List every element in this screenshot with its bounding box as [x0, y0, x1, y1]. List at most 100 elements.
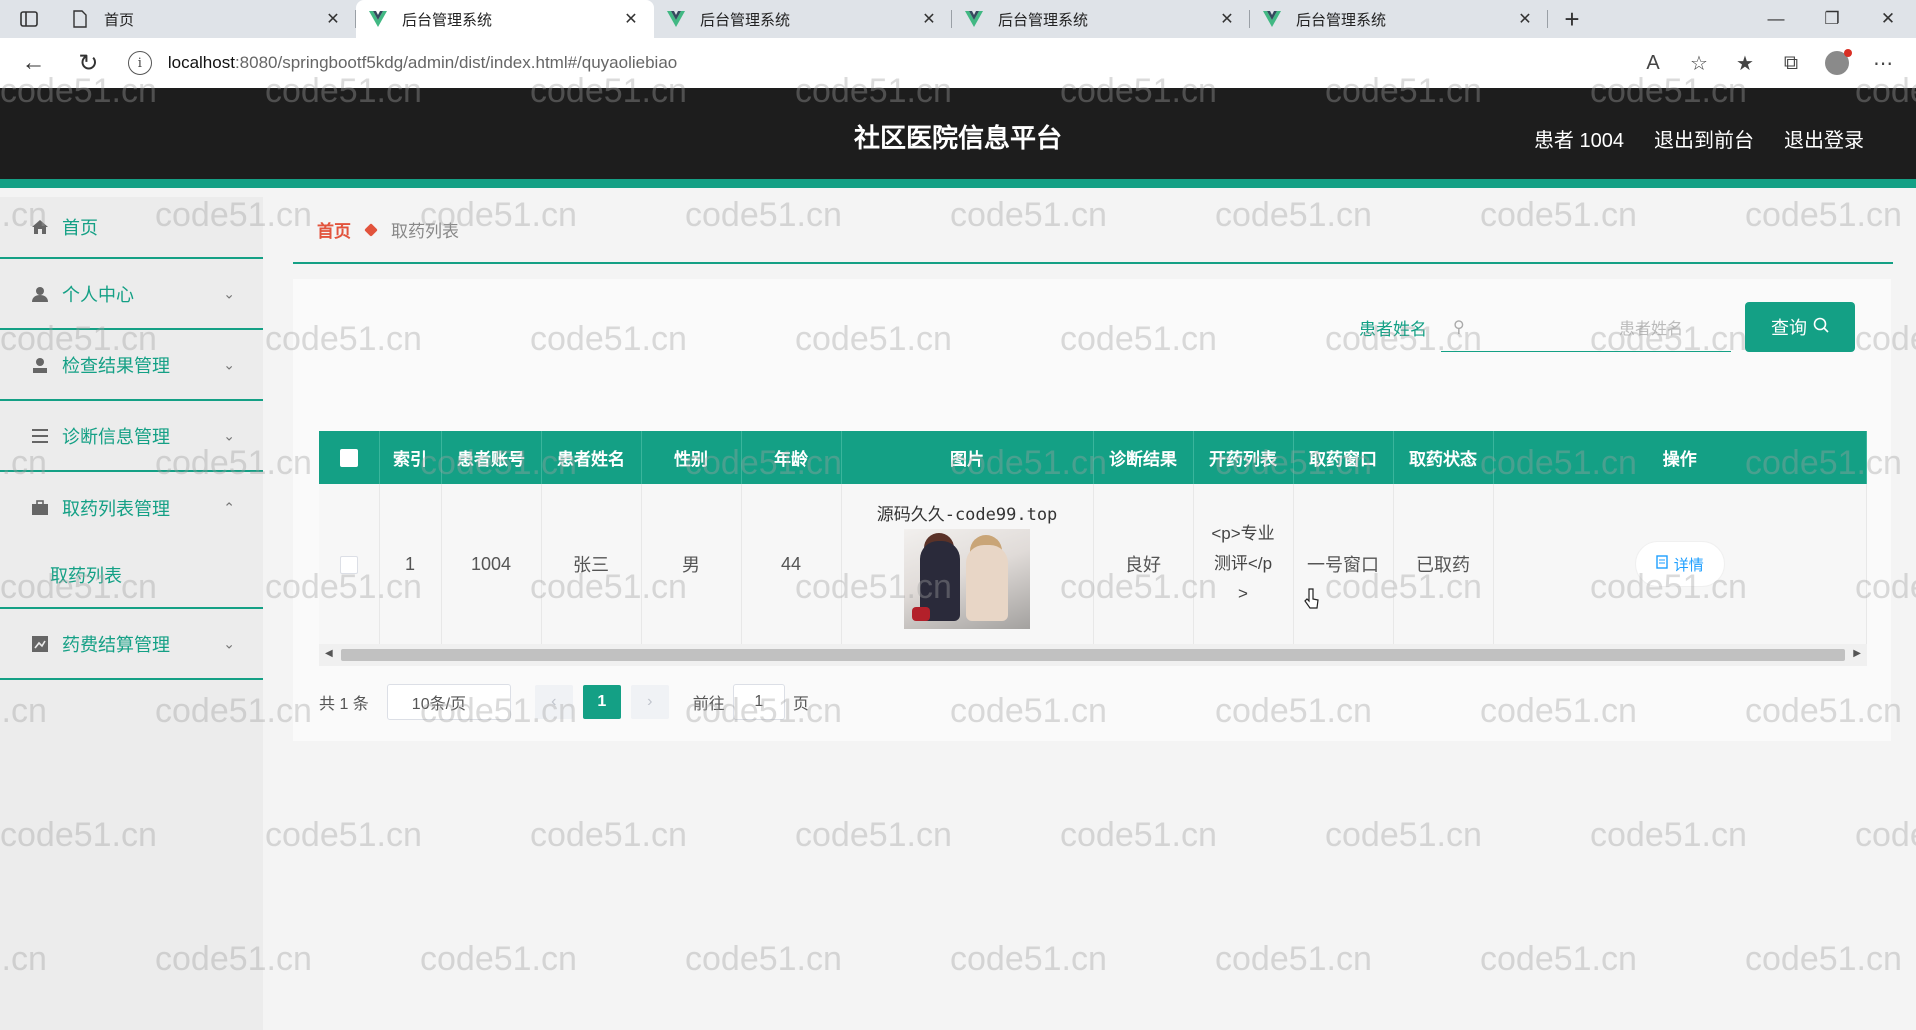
chevron-down-icon: ⌄: [223, 635, 235, 651]
sidebar-subitem-pickup-list[interactable]: 取药列表: [0, 543, 263, 609]
sidebar: 首页 个人中心 ⌄ 检查结果管理 ⌄ 诊断信息管理 ⌄ 取药列表管理 ⌃ 取药列…: [0, 197, 263, 1030]
browser-tab-admin[interactable]: 后台管理系统 ✕: [654, 0, 952, 38]
restore-icon[interactable]: ❐: [1804, 0, 1860, 38]
scroll-left-icon[interactable]: ◀: [325, 648, 333, 659]
close-icon[interactable]: ✕: [918, 8, 940, 30]
page-unit-label: 页: [792, 696, 809, 713]
read-aloud-icon[interactable]: A: [1630, 43, 1676, 83]
sidebar-item-home[interactable]: 首页: [0, 197, 263, 259]
column-header: 患者姓名: [541, 431, 642, 484]
cell-image: 源码久久-code99.top: [841, 484, 1094, 644]
next-page-button[interactable]: ›: [630, 685, 669, 719]
breadcrumb-separator-icon: [364, 222, 378, 237]
sidebar-item-pickup[interactable]: 取药列表管理 ⌃: [0, 472, 263, 543]
page-size-select[interactable]: 10条/页: [386, 684, 511, 720]
query-button[interactable]: 查询: [1745, 302, 1855, 352]
column-header: 诊断结果: [1093, 431, 1194, 484]
search-label: 患者姓名: [1359, 319, 1427, 339]
browser-tab-admin-active[interactable]: 后台管理系统 ✕: [356, 0, 654, 38]
close-icon[interactable]: ✕: [1514, 8, 1536, 30]
sidebar-item-label: 首页: [62, 218, 98, 238]
search-icon: [1813, 317, 1829, 338]
sidebar-item-personal[interactable]: 个人中心 ⌄: [0, 259, 263, 330]
cell-prescription: <p>专业 测评</p >: [1193, 484, 1294, 644]
back-arrow-icon[interactable]: ←: [12, 41, 55, 85]
prescription-line: >: [1238, 584, 1248, 603]
sidebar-item-label: 取药列表管理: [62, 498, 170, 519]
logout-link[interactable]: 退出登录: [1784, 124, 1864, 153]
tab-title: 后台管理系统: [1296, 11, 1387, 29]
close-icon[interactable]: ✕: [322, 8, 344, 30]
search-icon: ⚲: [1453, 318, 1465, 336]
minimize-icon[interactable]: —: [1748, 0, 1804, 38]
sidebar-item-label: 药费结算管理: [62, 634, 170, 655]
table-header-row: 索引 患者账号 患者姓名 性别 年龄 图片 诊断结果 开药列表 取药窗口 取药状…: [319, 431, 1867, 484]
prev-page-button[interactable]: ‹: [534, 685, 573, 719]
image-caption: 源码久久-code99.top: [876, 504, 1058, 525]
chart-icon: [30, 634, 50, 654]
reload-icon[interactable]: ↻: [67, 41, 110, 85]
user-stamp-icon: [30, 355, 50, 375]
detail-button-label: 详情: [1673, 556, 1704, 574]
browser-tab-home[interactable]: 首页 ✕: [58, 0, 356, 38]
cell-window: 一号窗口: [1293, 484, 1394, 644]
favorite-star-icon[interactable]: ☆: [1676, 43, 1722, 83]
search-placeholder: 患者姓名: [1618, 320, 1683, 338]
browser-tab-admin[interactable]: 后台管理系统 ✕: [952, 0, 1250, 38]
scroll-right-icon[interactable]: ▶: [1853, 648, 1861, 659]
chevron-down-icon: ⌄: [223, 285, 235, 301]
sidebar-item-label: 个人中心: [62, 284, 134, 305]
page-jump-input[interactable]: 1: [732, 684, 785, 720]
column-header: 患者账号: [441, 431, 542, 484]
chevron-down-icon: ⌄: [223, 356, 235, 372]
patient-name-search-input[interactable]: ⚲ 患者姓名: [1441, 302, 1731, 352]
new-tab-button[interactable]: +: [1548, 0, 1596, 38]
scrollbar-thumb[interactable]: [341, 649, 1845, 661]
tab-title: 首页: [104, 11, 135, 29]
cell-gender: 男: [641, 484, 742, 644]
chevron-up-icon: ⌃: [223, 499, 235, 515]
search-bar: 患者姓名 ⚲ 患者姓名 查询: [1359, 301, 1855, 353]
patient-image[interactable]: [904, 528, 1030, 629]
close-window-icon[interactable]: ✕: [1860, 0, 1916, 38]
toolbar-icons: A ☆ ★ ⧉ ⋯: [1630, 43, 1906, 83]
row-checkbox[interactable]: [319, 484, 380, 644]
close-icon[interactable]: ✕: [1216, 8, 1238, 30]
sidebar-item-exam[interactable]: 检查结果管理 ⌄: [0, 330, 263, 401]
breadcrumb: 首页 取药列表: [293, 197, 1893, 264]
sidebar-item-fee[interactable]: 药费结算管理 ⌄: [0, 609, 263, 680]
close-icon[interactable]: ✕: [620, 8, 642, 30]
tab-title: 后台管理系统: [700, 11, 791, 29]
breadcrumb-home[interactable]: 首页: [317, 217, 351, 242]
column-header: 索引: [379, 431, 442, 484]
current-user-label: 患者 1004: [1533, 129, 1624, 152]
page-number-active[interactable]: 1: [582, 685, 621, 719]
pickup-table: 索引 患者账号 患者姓名 性别 年龄 图片 诊断结果 开药列表 取药窗口 取药状…: [319, 431, 1867, 666]
table-row: 1 1004 张三 男 44 源码久久-code99.top 良好 <p>专业 …: [319, 484, 1867, 644]
profile-avatar-icon[interactable]: [1814, 43, 1860, 83]
cell-age: 44: [741, 484, 842, 644]
column-header: 操作: [1493, 431, 1867, 484]
exit-to-front-link[interactable]: 退出到前台: [1654, 124, 1754, 153]
mouse-cursor-icon: [1304, 588, 1319, 609]
prescription-line: <p>专业: [1211, 524, 1275, 543]
column-header: 取药状态: [1393, 431, 1494, 484]
home-icon: [30, 217, 50, 237]
list-panel: 患者姓名 ⚲ 患者姓名 查询 索引 患者账号 患者姓名 性别 年龄 图片 诊断结…: [293, 279, 1891, 741]
total-count: 共 1 条: [319, 696, 369, 713]
horizontal-scrollbar[interactable]: ◀ ▶: [319, 644, 1867, 666]
breadcrumb-current: 取药列表: [391, 222, 459, 241]
user-icon: [30, 284, 50, 304]
browser-tab-admin[interactable]: 后台管理系统 ✕: [1250, 0, 1548, 38]
favorites-icon[interactable]: ★: [1722, 43, 1768, 83]
sidebar-item-diagnosis[interactable]: 诊断信息管理 ⌄: [0, 401, 263, 472]
tab-actions-icon[interactable]: [0, 0, 58, 38]
more-menu-icon[interactable]: ⋯: [1860, 43, 1906, 83]
url-field[interactable]: i localhost:8080/springbootf5kdg/admin/d…: [127, 45, 1630, 81]
select-all-checkbox[interactable]: [319, 431, 380, 484]
column-header: 性别: [641, 431, 742, 484]
detail-button[interactable]: 详情: [1634, 541, 1725, 587]
vue-icon: [1262, 9, 1282, 29]
collections-icon[interactable]: ⧉: [1768, 43, 1814, 83]
info-icon[interactable]: i: [127, 51, 152, 75]
